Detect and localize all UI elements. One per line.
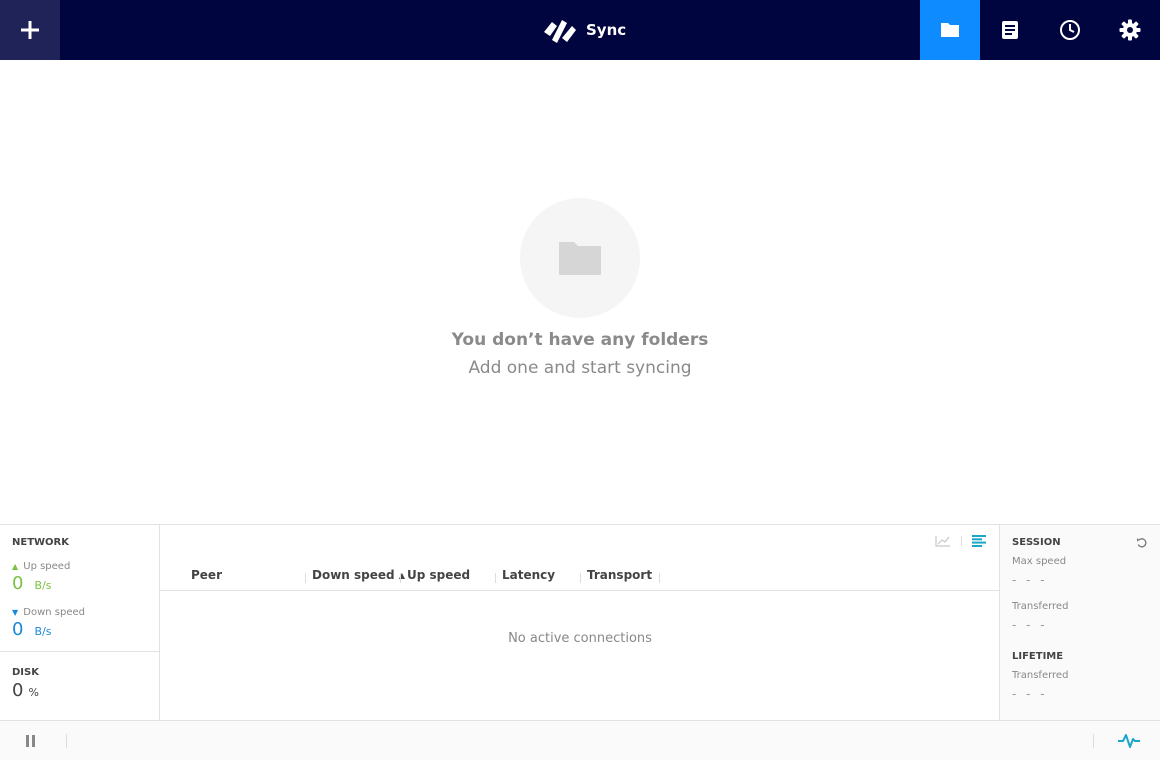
- down-speed-value: 0: [12, 619, 24, 640]
- peers-table-header: Peer Down speed ▲ Up speed Latency Trans…: [160, 563, 1000, 591]
- sync-logo-icon: [544, 20, 576, 43]
- toggle-separator: [961, 536, 962, 546]
- status-panel: NETWORK ▲ Up speed 0 B/s ▼ Down speed 0 …: [0, 524, 1160, 721]
- empty-state-subtitle: Add one and start syncing: [468, 358, 692, 378]
- column-down-speed[interactable]: Down speed ▲: [312, 565, 405, 585]
- session-panel: SESSION Max speed - - - Transferred - - …: [999, 525, 1160, 721]
- reset-icon[interactable]: [1136, 537, 1148, 549]
- disk-section: DISK 0 %: [0, 651, 160, 721]
- plus-icon: [21, 21, 39, 39]
- down-speed-row: ▼ Down speed: [12, 600, 85, 619]
- up-speed-row: ▲ Up speed: [12, 554, 85, 573]
- footer-separator: [66, 734, 67, 748]
- disk-value: 0: [12, 680, 24, 701]
- column-divider: [659, 573, 660, 583]
- down-speed-unit: B/s: [34, 625, 52, 638]
- column-latency[interactable]: Latency: [502, 565, 555, 585]
- gear-icon: [1119, 19, 1141, 41]
- arrow-down-icon: ▼: [12, 608, 19, 617]
- nav-history-button[interactable]: [1040, 0, 1100, 60]
- column-transport[interactable]: Transport: [587, 565, 652, 585]
- up-speed-value: 0: [12, 573, 24, 594]
- network-disk-panel: NETWORK ▲ Up speed 0 B/s ▼ Down speed 0 …: [0, 525, 160, 721]
- column-divider: [495, 573, 496, 583]
- peers-panel: Peer Down speed ▲ Up speed Latency Trans…: [160, 525, 1000, 721]
- no-connections-message: No active connections: [508, 631, 652, 646]
- session-transferred-label: Transferred: [1012, 601, 1069, 612]
- nav-notes-button[interactable]: [980, 0, 1040, 60]
- lifetime-transferred-value: - - -: [1012, 687, 1048, 701]
- network-title: NETWORK: [12, 537, 70, 548]
- activity-icon[interactable]: [1117, 733, 1141, 749]
- line-chart-icon[interactable]: [935, 535, 951, 547]
- session-title: SESSION: [1012, 537, 1061, 548]
- lifetime-transferred-label: Transferred: [1012, 670, 1069, 681]
- disk-title: DISK: [12, 667, 39, 678]
- app-logo: Sync: [540, 14, 626, 46]
- top-bar: Sync: [0, 0, 1160, 60]
- empty-state-illustration: [520, 198, 640, 318]
- down-speed-label: Down speed: [23, 607, 85, 618]
- footer-bar: [0, 720, 1160, 760]
- max-speed-label: Max speed: [1012, 556, 1067, 567]
- clock-icon: [1060, 20, 1080, 40]
- add-folder-button[interactable]: [0, 0, 60, 60]
- disk-readout: 0 %: [12, 680, 39, 701]
- folder-icon: [559, 242, 601, 275]
- max-speed-value: - - -: [1012, 573, 1048, 587]
- list-view-icon[interactable]: [972, 535, 986, 547]
- app-name: Sync: [586, 21, 627, 39]
- lifetime-title: LIFETIME: [1012, 651, 1064, 662]
- column-divider: [580, 573, 581, 583]
- nav-folders-button[interactable]: [920, 0, 980, 60]
- up-speed-unit: B/s: [34, 579, 52, 592]
- up-speed-readout: 0 B/s: [12, 573, 85, 594]
- column-divider: [400, 573, 401, 583]
- session-transferred-value: - - -: [1012, 618, 1048, 632]
- column-divider: [305, 573, 306, 583]
- column-up-speed[interactable]: Up speed: [407, 565, 470, 585]
- empty-state-title: You don’t have any folders: [451, 330, 709, 350]
- column-peer[interactable]: Peer: [191, 565, 222, 585]
- footer-separator: [1093, 734, 1094, 748]
- disk-unit: %: [28, 686, 39, 699]
- up-speed-label: Up speed: [23, 561, 71, 572]
- network-section: NETWORK ▲ Up speed 0 B/s ▼ Down speed 0 …: [12, 537, 85, 640]
- nav-settings-button[interactable]: [1100, 0, 1160, 60]
- column-down-speed-label: Down speed: [312, 568, 395, 582]
- document-icon: [1002, 21, 1018, 39]
- pause-icon[interactable]: [25, 734, 37, 748]
- down-speed-readout: 0 B/s: [12, 619, 85, 640]
- folder-icon: [941, 23, 959, 37]
- view-toggles: [935, 535, 986, 547]
- arrow-up-icon: ▲: [12, 562, 19, 571]
